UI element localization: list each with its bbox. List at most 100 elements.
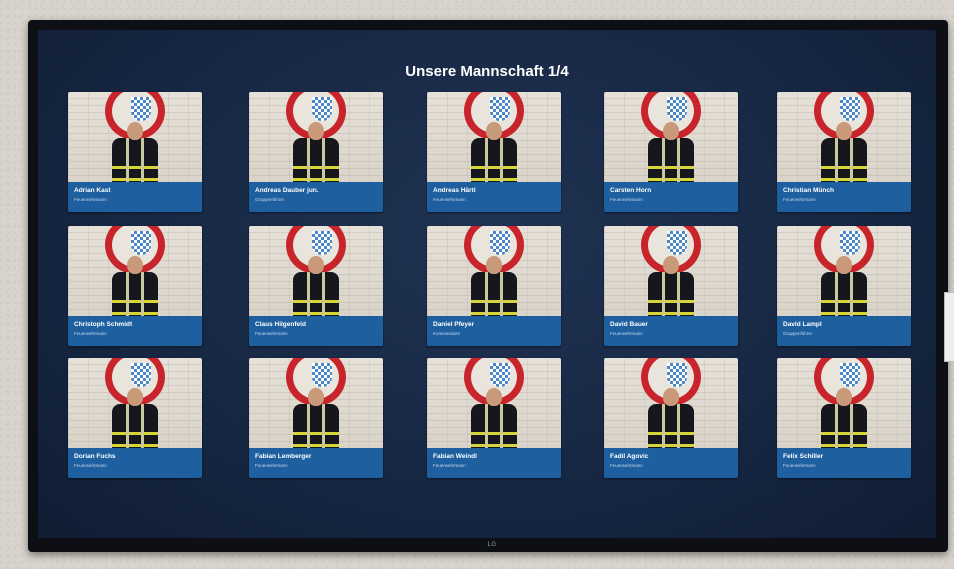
member-name: Daniel Pfeyer [433,321,475,328]
member-caption: Carsten Horn Feuerwehrmann [604,182,738,212]
member-photo [604,92,738,182]
member-role: Feuerwehrmann [74,463,107,468]
member-caption: David Bauer Feuerwehrmann [604,316,738,346]
member-card: Andreas Härtl Feuerwehrmann [427,92,561,212]
uniform [112,272,158,316]
member-role: Feuerwehrmann [255,331,288,336]
uniform [112,404,158,448]
uniform [648,404,694,448]
member-photo [777,358,911,448]
member-name: Claus Hilgenfeld [255,321,306,328]
head [836,122,852,140]
member-role: Gruppenführer [255,197,285,202]
member-photo [249,358,383,448]
bavarian-shield-icon [131,97,151,121]
member-photo [249,226,383,316]
firefighter-figure [112,388,158,448]
uniform [293,272,339,316]
member-role: Kommandant [433,331,460,336]
bavarian-shield-icon [131,363,151,387]
member-name: Christian Münch [783,187,834,194]
member-caption: Fabian Lemberger Feuerwehrmann [249,448,383,478]
firefighter-figure [821,256,867,316]
member-card: Fadil Agovic Feuerwehrmann [604,358,738,478]
bavarian-shield-icon [667,97,687,121]
head [663,256,679,274]
member-role: Feuerwehrmann [610,463,643,468]
firefighter-figure [648,256,694,316]
firefighter-figure [648,122,694,182]
uniform [471,272,517,316]
firefighter-figure [112,256,158,316]
member-caption: Claus Hilgenfeld Feuerwehrmann [249,316,383,346]
member-role: Feuerwehrmann [74,331,107,336]
head [127,256,143,274]
member-photo [249,92,383,182]
member-card: Carsten Horn Feuerwehrmann [604,92,738,212]
member-card: Fabian Lemberger Feuerwehrmann [249,358,383,478]
uniform [821,404,867,448]
member-name: Andreas Härtl [433,187,476,194]
head [308,122,324,140]
member-name: Fadil Agovic [610,453,649,460]
member-photo [427,226,561,316]
member-role: Feuerwehrmann [610,331,643,336]
bavarian-shield-icon [312,97,332,121]
member-role: Feuerwehrmann [783,463,816,468]
member-name: Dorian Fuchs [74,453,116,460]
member-card: Adrian Kast Feuerwehrmann [68,92,202,212]
member-role: Feuerwehrmann [74,197,107,202]
member-photo [427,358,561,448]
head [127,122,143,140]
head [663,122,679,140]
bavarian-shield-icon [840,363,860,387]
bavarian-shield-icon [312,231,332,255]
firefighter-figure [471,122,517,182]
bavarian-shield-icon [490,231,510,255]
member-role: Gruppenführer [783,331,813,336]
member-role: Feuerwehrmann [433,197,466,202]
member-card: Dorian Fuchs Feuerwehrmann [68,358,202,478]
bavarian-shield-icon [312,363,332,387]
firefighter-figure [471,388,517,448]
uniform [821,138,867,182]
member-photo [604,226,738,316]
member-role: Feuerwehrmann [433,463,466,468]
firefighter-figure [293,122,339,182]
member-caption: David Lampl Gruppenführer [777,316,911,346]
member-caption: Dorian Fuchs Feuerwehrmann [68,448,202,478]
bavarian-shield-icon [840,231,860,255]
member-caption: Daniel Pfeyer Kommandant [427,316,561,346]
bavarian-shield-icon [667,363,687,387]
bavarian-shield-icon [490,363,510,387]
member-card: Andreas Dauber jun. Gruppenführer [249,92,383,212]
head [486,388,502,406]
uniform [648,272,694,316]
uniform [821,272,867,316]
member-name: David Lampl [783,321,822,328]
member-card: Felix Schiller Feuerwehrmann [777,358,911,478]
firefighter-figure [112,122,158,182]
firefighter-figure [471,256,517,316]
bavarian-shield-icon [840,97,860,121]
member-role: Feuerwehrmann [610,197,643,202]
member-photo [604,358,738,448]
member-photo [777,92,911,182]
uniform [471,404,517,448]
head [308,388,324,406]
head [836,256,852,274]
member-photo [68,92,202,182]
uniform [648,138,694,182]
member-name: Christoph Schmidt [74,321,133,328]
wall-outlet [944,292,954,362]
member-name: Felix Schiller [783,453,824,460]
member-name: Carsten Horn [610,187,652,194]
member-card: David Lampl Gruppenführer [777,226,911,346]
member-caption: Christoph Schmidt Feuerwehrmann [68,316,202,346]
member-caption: Felix Schiller Feuerwehrmann [777,448,911,478]
tv-screen: Unsere Mannschaft 1/4 Adrian Kast Feuerwe… [38,30,936,538]
member-name: Fabian Weindl [433,453,477,460]
firefighter-figure [821,122,867,182]
member-name: Fabian Lemberger [255,453,312,460]
member-photo [68,226,202,316]
